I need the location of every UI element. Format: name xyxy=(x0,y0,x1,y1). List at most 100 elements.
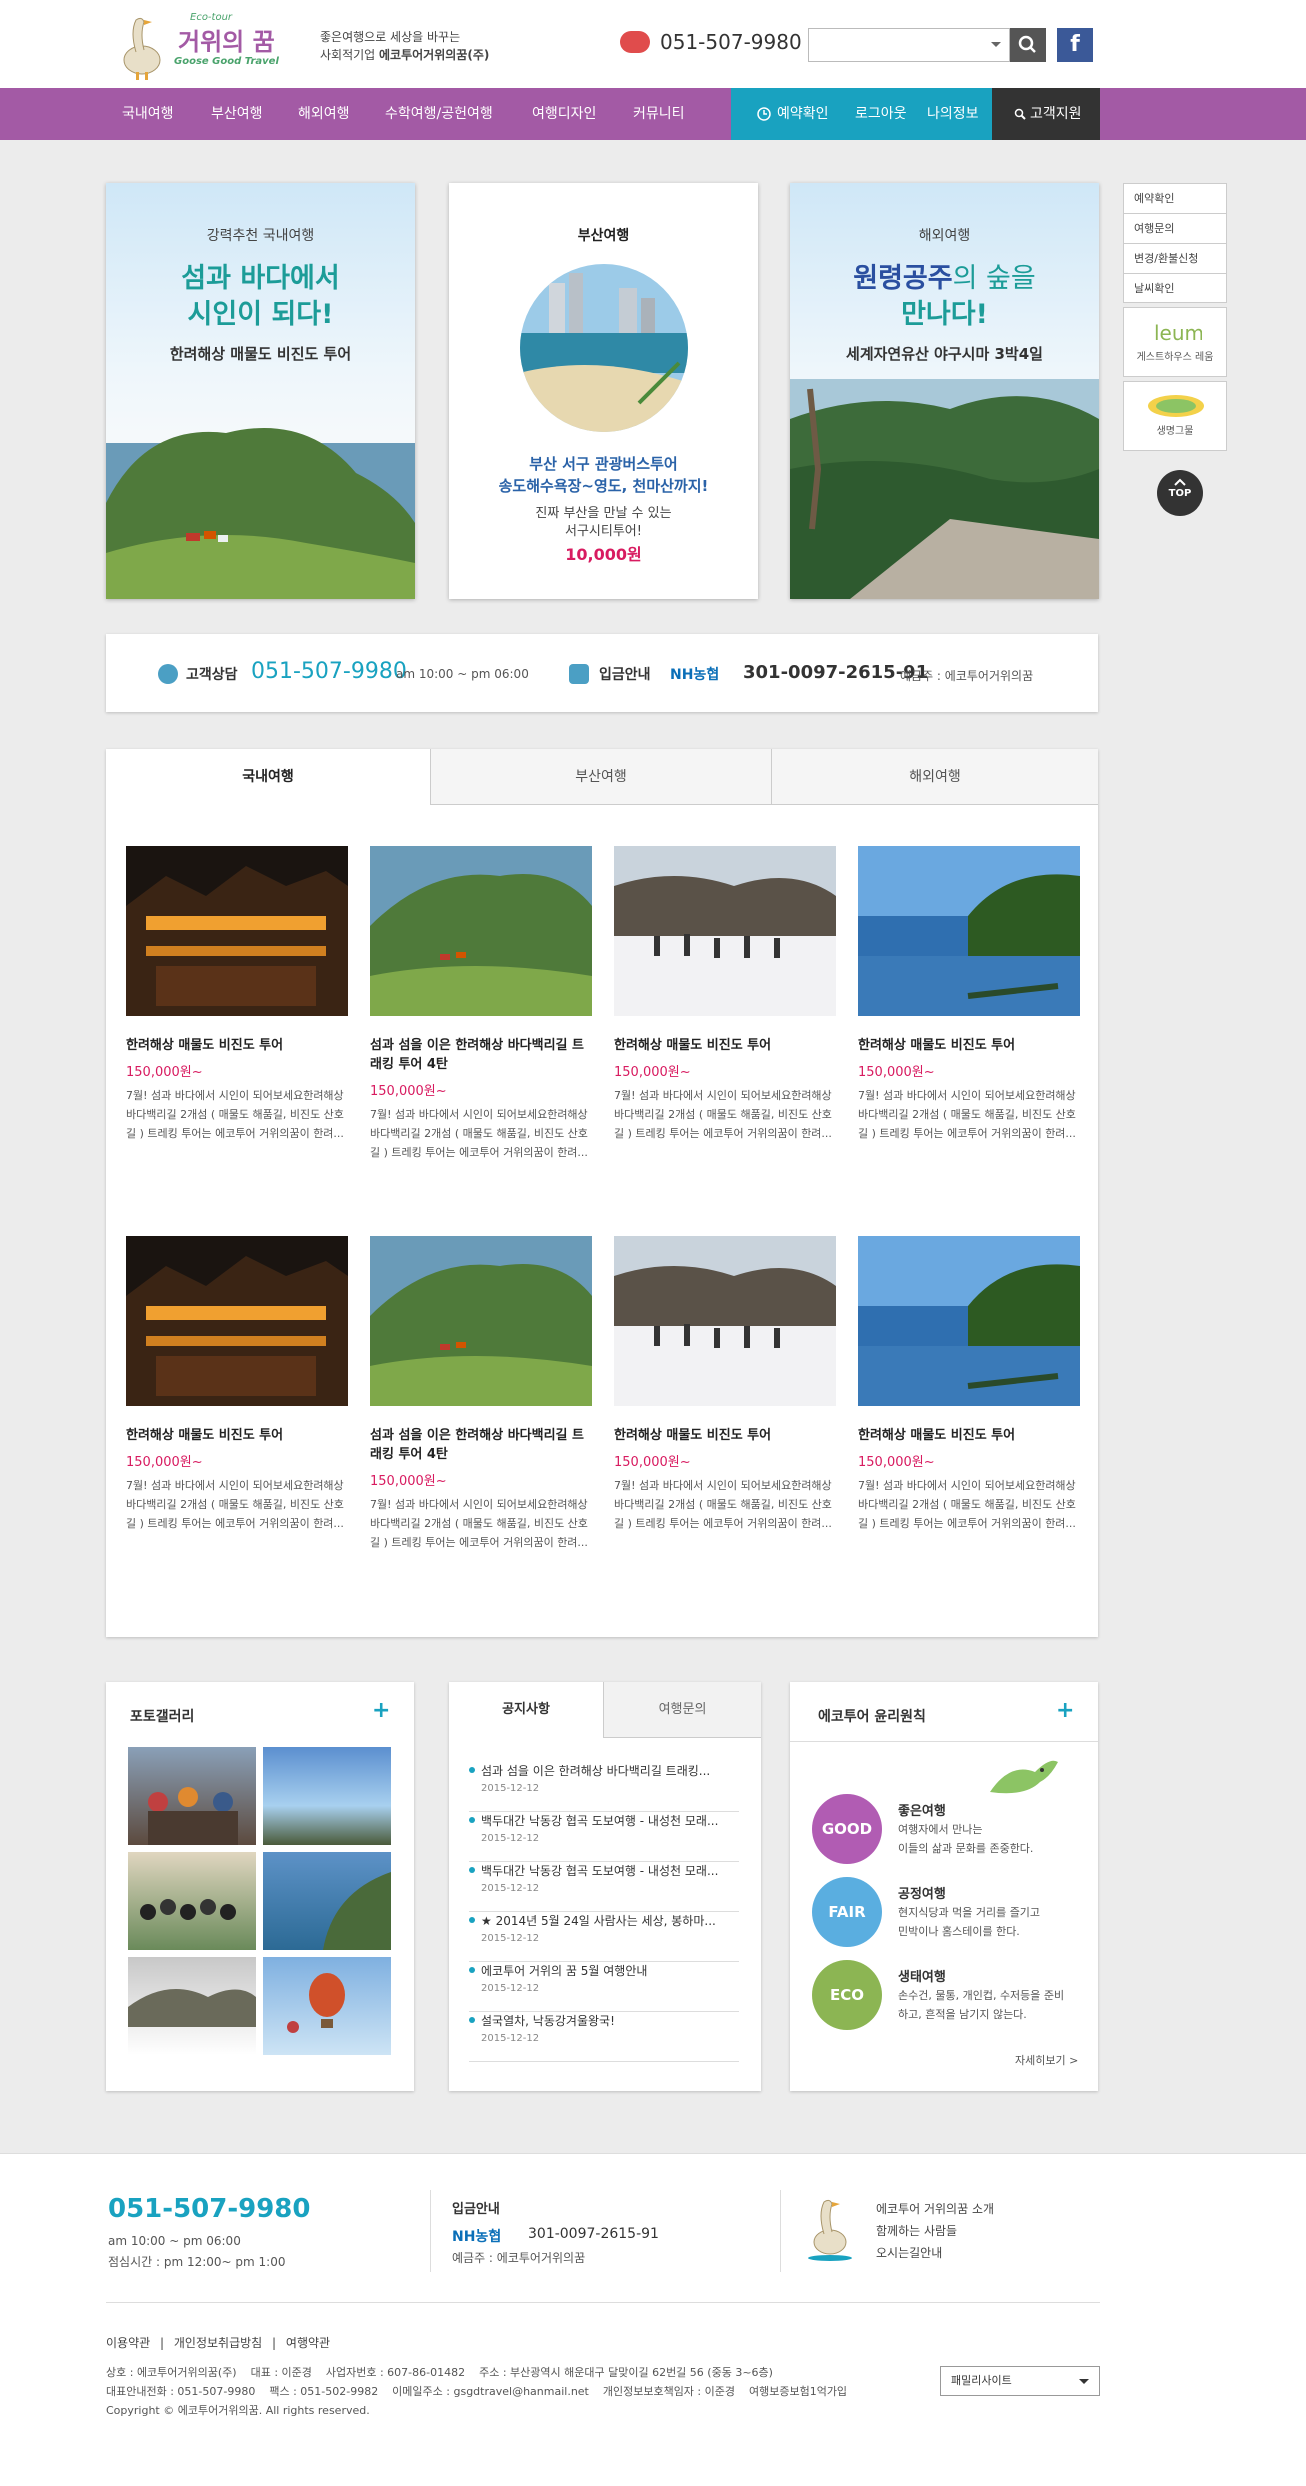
deposit-icon xyxy=(569,664,589,684)
ethics-badge: ECO xyxy=(812,1960,882,2030)
customer-support-button[interactable]: 고객지원 xyxy=(992,88,1100,140)
search-button[interactable] xyxy=(1010,28,1046,62)
tour-card[interactable]: 한려해상 매물도 비진도 투어 150,000원~ 7월! 섬과 바다에서 시인이 … xyxy=(858,1236,1080,1533)
ethics-more-plus-icon[interactable]: + xyxy=(1056,1698,1074,1723)
notice-title[interactable]: 섬과 섬을 이은 한려해상 바다백리길 트래킹... xyxy=(469,1762,739,1779)
notice-item[interactable]: 섬과 섬을 이은 한려해상 바다백리길 트래킹... 2015-12-12 xyxy=(469,1762,739,1812)
nav-item-school-trip[interactable]: 수학여행/공헌여행 xyxy=(385,88,493,140)
tour-thumbnail[interactable] xyxy=(370,1236,592,1406)
footer-account: 301-0097-2615-91 xyxy=(528,2226,659,2242)
site-logo[interactable]: Eco-tour 거위의 꿈 Goose Good Travel xyxy=(112,12,312,82)
gallery-photo-4[interactable] xyxy=(263,1852,391,1950)
nav-item-busan[interactable]: 부산여행 xyxy=(211,88,263,140)
tour-title[interactable]: 한려해상 매물도 비진도 투어 xyxy=(614,1036,836,1055)
ethics-box: 에코투어 윤리원칙 + GOOD 좋은여행 여행자에서 만나는 이들의 삶과 문화를 … xyxy=(790,1682,1098,2091)
busan-beach-image xyxy=(520,264,688,432)
gallery-photo-5[interactable] xyxy=(128,1957,256,2055)
tour-title[interactable]: 섬과 섬을 이은 한려해상 바다백리길 트래킹 투어 4탄 xyxy=(370,1036,592,1074)
search-input[interactable] xyxy=(808,28,1010,62)
banner-domestic-head2: 시인이 되다! xyxy=(187,299,334,330)
tour-thumbnail[interactable] xyxy=(126,846,348,1016)
tour-price: 150,000원~ xyxy=(370,1084,447,1099)
notice-title[interactable]: 설국열차, 낙동강겨울왕국! xyxy=(469,2012,739,2029)
quick-change-refund[interactable]: 변경/환불신청 xyxy=(1123,243,1227,273)
nav-item-overseas[interactable]: 해외여행 xyxy=(298,88,350,140)
deposit-holder: 예금주 : 에코투어거위의꿈 xyxy=(900,669,1034,683)
tour-title[interactable]: 한려해상 매물도 비진도 투어 xyxy=(126,1426,348,1445)
tour-card[interactable]: 한려해상 매물도 비진도 투어 150,000원~ 7월! 섬과 바다에서 시인이 … xyxy=(614,1236,836,1533)
tour-card[interactable]: 섬과 섬을 이은 한려해상 바다백리길 트래킹 투어 4탄 150,000원~ 7월… xyxy=(370,846,592,1162)
life-net-logo-icon xyxy=(1148,395,1204,417)
footer-policy-links: 이용약관 | 개인정보취급방침 | 여행약관 xyxy=(106,2336,331,2350)
tour-card[interactable]: 한려해상 매물도 비진도 투어 150,000원~ 7월! 섬과 바다에서 시인이 … xyxy=(858,846,1080,1143)
banner-overseas-head1b: 의 숲을 xyxy=(952,263,1036,294)
nav-item-travel-design[interactable]: 여행디자인 xyxy=(532,88,596,140)
tab-notice[interactable]: 공지사항 xyxy=(449,1682,604,1738)
reservation-check-button[interactable]: 예약확인 xyxy=(757,88,829,140)
banner-overseas-head1a: 원령공주 xyxy=(853,263,953,294)
nav-item-domestic[interactable]: 국내여행 xyxy=(122,88,174,140)
notice-title[interactable]: ★ 2014년 5월 24일 사람사는 세상, 봉하마... xyxy=(469,1912,739,1929)
search-dropdown-arrow-icon[interactable] xyxy=(991,42,1001,52)
privacy-link[interactable]: 개인정보취급방침 xyxy=(174,2336,262,2350)
facebook-icon[interactable]: f xyxy=(1057,28,1093,62)
directions-link[interactable]: 오시는길안내 xyxy=(876,2242,994,2264)
tour-thumbnail[interactable] xyxy=(126,1236,348,1406)
notice-title[interactable]: 백두대간 낙동강 협곡 도보여행 - 내성천 모래... xyxy=(469,1812,739,1829)
family-site-select[interactable]: 패밀리사이트 xyxy=(940,2366,1100,2396)
notice-item[interactable]: 백두대간 낙동강 협곡 도보여행 - 내성천 모래... 2015-12-12 xyxy=(469,1812,739,1862)
quick-weather-check[interactable]: 날씨확인 xyxy=(1123,273,1227,303)
tour-thumbnail[interactable] xyxy=(858,846,1080,1016)
logout-button[interactable]: 로그아웃 xyxy=(855,88,907,140)
tab-busan[interactable]: 부산여행 xyxy=(431,749,772,805)
notice-item[interactable]: 백두대간 낙동강 협곡 도보여행 - 내성천 모래... 2015-12-12 xyxy=(469,1862,739,1912)
people-link[interactable]: 함께하는 사람들 xyxy=(876,2220,994,2242)
about-link[interactable]: 에코투어 거위의꿈 소개 xyxy=(876,2198,994,2220)
tour-title[interactable]: 한려해상 매물도 비진도 투어 xyxy=(858,1036,1080,1055)
banner-busan[interactable]: 부산여행 부산 서구 관광버스투어 송도해수욕장~영도, 천마산까지! 진짜 부… xyxy=(449,183,758,599)
notice-item[interactable]: ★ 2014년 5월 24일 사람사는 세상, 봉하마... 2015-12-12 xyxy=(469,1912,739,1962)
notice-item[interactable]: 에코투어 거위의 꿈 5월 여행안내 2015-12-12 xyxy=(469,1962,739,2012)
quick-travel-inquiry[interactable]: 여행문의 xyxy=(1123,213,1227,243)
ethics-more-link[interactable]: 자세히보기 > xyxy=(1015,2052,1078,2068)
nav-item-community[interactable]: 커뮤니티 xyxy=(633,88,685,140)
my-info-button[interactable]: 나의정보 xyxy=(927,88,979,140)
gallery-photo-3[interactable] xyxy=(128,1852,256,1950)
gallery-photo-2[interactable] xyxy=(263,1747,391,1845)
banner-overseas[interactable]: 해외여행 원령공주의 숲을 만나다! 세계자연유산 야구시마 3박4일 xyxy=(790,183,1099,599)
guesthouse-leum-link[interactable]: leum 게스트하우스 레움 xyxy=(1123,307,1227,377)
tour-card[interactable]: 섬과 섬을 이은 한려해상 바다백리길 트래킹 투어 4탄 150,000원~ 7월… xyxy=(370,1236,592,1552)
tab-overseas[interactable]: 해외여행 xyxy=(772,749,1098,805)
tour-card[interactable]: 한려해상 매물도 비진도 투어 150,000원~ 7월! 섬과 바다에서 시인이 … xyxy=(126,1236,348,1533)
tour-thumbnail[interactable] xyxy=(614,1236,836,1406)
slogan-line1: 좋은여행으로 세상을 바꾸는 xyxy=(320,30,461,44)
gallery-photo-1[interactable] xyxy=(128,1747,256,1845)
tour-title[interactable]: 한려해상 매물도 비진도 투어 xyxy=(858,1426,1080,1445)
tour-card[interactable]: 한려해상 매물도 비진도 투어 150,000원~ 7월! 섬과 바다에서 시인이 … xyxy=(614,846,836,1143)
tour-description: 7월! 섬과 바다에서 시인이 되어보세요한려해상 바다백리길 2개섬 ( 매물… xyxy=(614,1089,832,1140)
notice-title[interactable]: 에코투어 거위의 꿈 5월 여행안내 xyxy=(469,1962,739,1979)
scroll-top-button[interactable]: TOP xyxy=(1157,470,1203,516)
tour-title[interactable]: 섬과 섬을 이은 한려해상 바다백리길 트래킹 투어 4탄 xyxy=(370,1426,592,1464)
notice-date: 2015-12-12 xyxy=(481,2033,540,2044)
notice-item[interactable]: 설국열차, 낙동강겨울왕국! 2015-12-12 xyxy=(469,2012,739,2062)
tour-description: 7월! 섬과 바다에서 시인이 되어보세요한려해상 바다백리길 2개섬 ( 매물… xyxy=(858,1089,1076,1140)
tour-card[interactable]: 한려해상 매물도 비진도 투어 150,000원~ 7월! 섬과 바다에서 시인이 … xyxy=(126,846,348,1143)
tour-title[interactable]: 한려해상 매물도 비진도 투어 xyxy=(614,1426,836,1445)
tour-thumbnail[interactable] xyxy=(370,846,592,1016)
tour-title[interactable]: 한려해상 매물도 비진도 투어 xyxy=(126,1036,348,1055)
gallery-photo-6[interactable] xyxy=(263,1957,391,2055)
tour-thumbnail[interactable] xyxy=(614,846,836,1016)
travel-terms-link[interactable]: 여행약관 xyxy=(286,2336,330,2350)
tour-thumbnail[interactable] xyxy=(858,1236,1080,1406)
gallery-more-plus-icon[interactable]: + xyxy=(372,1698,390,1723)
tab-inquiry[interactable]: 여행문의 xyxy=(604,1682,761,1738)
life-net-link[interactable]: 생명그물 xyxy=(1123,381,1227,451)
banner-domestic[interactable]: 강력추천 국내여행 섬과 바다에서 시인이 되다! 한려해상 매물도 비진도 투… xyxy=(106,183,415,599)
customer-support-label: 고객지원 xyxy=(1030,106,1082,122)
terms-link[interactable]: 이용약관 xyxy=(106,2336,150,2350)
notice-title[interactable]: 백두대간 낙동강 협곡 도보여행 - 내성천 모래... xyxy=(469,1862,739,1879)
banner-busan-line2: 송도해수욕장~영도, 천마산까지! xyxy=(498,477,709,495)
quick-reservation-check[interactable]: 예약확인 xyxy=(1123,183,1227,213)
tab-domestic[interactable]: 국내여행 xyxy=(106,749,431,805)
